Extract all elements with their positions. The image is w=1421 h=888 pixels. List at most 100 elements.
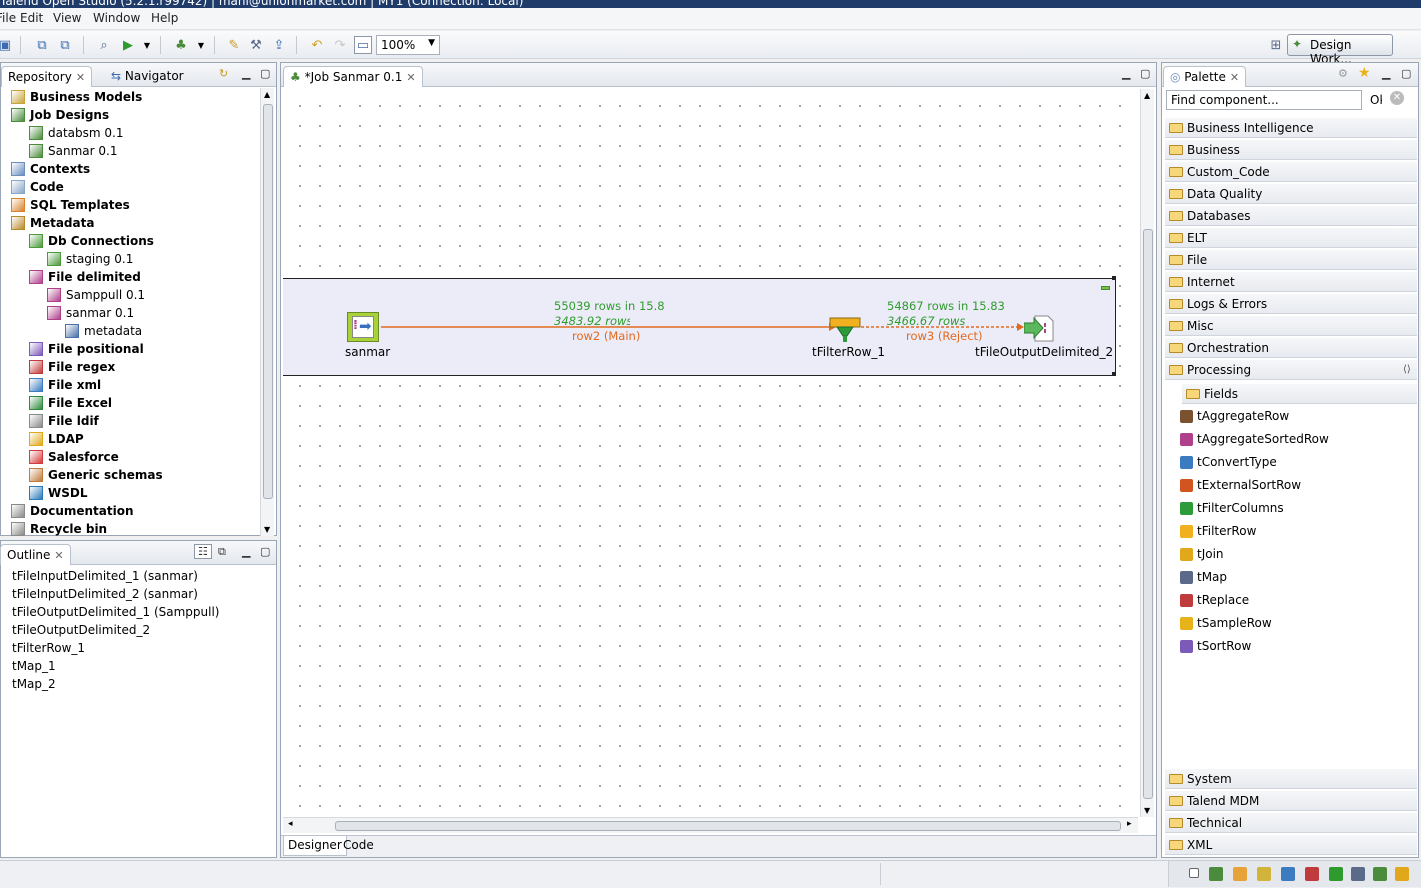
run-icon[interactable]: ▶ bbox=[119, 36, 137, 54]
tab-navigator[interactable]: ⇆ Navigator bbox=[105, 66, 190, 87]
scroll-left-icon[interactable]: ◂ bbox=[288, 819, 293, 829]
palette-component[interactable]: tMap bbox=[1180, 567, 1227, 587]
repository-item[interactable]: Code bbox=[11, 178, 64, 196]
maximize-icon[interactable]: ▢ bbox=[1401, 67, 1411, 80]
palette-category[interactable]: Internet bbox=[1165, 272, 1417, 292]
repository-item[interactable]: Documentation bbox=[11, 502, 134, 520]
menu-edit[interactable]: Edit bbox=[20, 11, 43, 25]
maximize-icon[interactable]: ▢ bbox=[260, 545, 270, 558]
outline-item[interactable]: tMap_1 bbox=[12, 659, 56, 673]
refresh-icon[interactable]: ↻ bbox=[219, 67, 228, 80]
repository-item[interactable]: File positional bbox=[29, 340, 144, 358]
repository-item[interactable]: WSDL bbox=[29, 484, 88, 502]
job-view-icon[interactable] bbox=[1209, 867, 1223, 881]
canvas-vertical-scrollbar[interactable]: ▲ ▼ bbox=[1140, 89, 1154, 817]
repository-item[interactable]: sanmar 0.1 bbox=[47, 304, 134, 322]
minimize-icon[interactable]: ▁ bbox=[242, 545, 250, 558]
repository-item[interactable]: File xml bbox=[29, 376, 101, 394]
repository-item[interactable]: Db Connections bbox=[29, 232, 154, 250]
repository-item[interactable]: Metadata bbox=[11, 214, 94, 232]
close-icon[interactable]: ✕ bbox=[406, 71, 415, 84]
tab-code[interactable]: Code bbox=[339, 836, 378, 856]
menu-view[interactable]: View bbox=[53, 11, 81, 25]
palette-component[interactable]: tAggregateSortedRow bbox=[1180, 429, 1329, 449]
tab-palette[interactable]: ◎ Palette ✕ bbox=[1163, 66, 1247, 87]
collapse-icon[interactable]: ⟨⟩ bbox=[1403, 364, 1411, 375]
repository-item[interactable]: Sanmar 0.1 bbox=[29, 142, 117, 160]
find-icon[interactable]: ⌕ bbox=[95, 36, 113, 54]
edit-icon[interactable]: ✎ bbox=[225, 36, 243, 54]
tfileoutputdelimited-component[interactable] bbox=[1023, 315, 1054, 342]
component-view-icon[interactable] bbox=[1257, 867, 1271, 881]
ok-button[interactable]: Ok bbox=[1370, 93, 1382, 107]
minimize-icon[interactable]: ▁ bbox=[242, 67, 250, 80]
scroll-down-icon[interactable]: ▼ bbox=[264, 525, 270, 534]
close-icon[interactable]: ✕ bbox=[76, 71, 85, 84]
maximize-icon[interactable]: ▢ bbox=[1140, 67, 1150, 80]
palette-category[interactable]: Processing bbox=[1165, 360, 1417, 380]
close-icon[interactable]: ✕ bbox=[54, 549, 63, 562]
palette-component[interactable]: tSampleRow bbox=[1180, 613, 1272, 633]
close-icon[interactable]: ✕ bbox=[1230, 71, 1239, 84]
palette-component[interactable]: tExternalSortRow bbox=[1180, 475, 1301, 495]
tfilterrow-component[interactable] bbox=[829, 317, 861, 342]
run-view-icon[interactable] bbox=[1281, 867, 1295, 881]
outline-item[interactable]: tFileInputDelimited_1 (sanmar) bbox=[12, 569, 198, 583]
palette-component[interactable]: tSortRow bbox=[1180, 636, 1251, 656]
design-canvas[interactable]: ⁞ ➡ sanmar tFilterRow_1 tFileOutputDelim… bbox=[283, 89, 1138, 817]
palette-subcategory-fields[interactable]: Fields bbox=[1182, 384, 1417, 404]
repository-item[interactable]: Contexts bbox=[11, 160, 90, 178]
outline-item[interactable]: tFileOutputDelimited_2 bbox=[12, 623, 150, 637]
create-dropdown-icon[interactable]: ▼ bbox=[192, 36, 210, 54]
palette-component[interactable]: tAggregateRow bbox=[1180, 406, 1289, 426]
palette-category[interactable]: Custom_Code bbox=[1165, 162, 1417, 182]
palette-category[interactable]: System bbox=[1165, 769, 1417, 789]
import-items-icon[interactable]: ⧉ bbox=[33, 36, 51, 54]
scroll-thumb[interactable] bbox=[263, 104, 273, 499]
repository-item[interactable]: databsm 0.1 bbox=[29, 124, 124, 142]
tree-view-icon[interactable]: ☷ bbox=[194, 544, 212, 559]
palette-category[interactable]: Talend MDM bbox=[1165, 791, 1417, 811]
repository-item[interactable]: staging 0.1 bbox=[47, 250, 133, 268]
repository-item[interactable]: File ldif bbox=[29, 412, 99, 430]
redo-icon[interactable]: ↷ bbox=[331, 36, 349, 54]
find-component-input[interactable] bbox=[1166, 90, 1362, 110]
palette-category[interactable]: Technical bbox=[1165, 813, 1417, 833]
palette-category[interactable]: File bbox=[1165, 250, 1417, 270]
menu-file[interactable]: File bbox=[0, 11, 16, 25]
scroll-down-icon[interactable]: ▼ bbox=[1144, 806, 1150, 815]
palette-category[interactable]: Databases bbox=[1165, 206, 1417, 226]
problems-view-icon[interactable] bbox=[1305, 867, 1319, 881]
repository-scrollbar[interactable]: ▲ ▼ bbox=[260, 88, 274, 536]
palette-component[interactable]: tConvertType bbox=[1180, 452, 1277, 472]
repository-item[interactable]: SQL Templates bbox=[11, 196, 130, 214]
scroll-up-icon[interactable]: ▲ bbox=[264, 90, 270, 99]
repository-item[interactable]: metadata bbox=[65, 322, 142, 340]
fit-page-icon[interactable]: ▭ bbox=[354, 36, 372, 54]
tab-outline[interactable]: Outline ✕ bbox=[0, 544, 71, 565]
outline-item[interactable]: tFileOutputDelimited_1 (Samppull) bbox=[12, 605, 219, 619]
scheduler-view-icon[interactable] bbox=[1373, 867, 1387, 881]
run-dropdown-icon[interactable]: ▼ bbox=[138, 36, 156, 54]
favorite-star-icon[interactable]: ★ bbox=[1358, 65, 1371, 81]
fast-view-icon[interactable] bbox=[1189, 868, 1199, 878]
menu-help[interactable]: Help bbox=[151, 11, 178, 25]
settings-icon[interactable]: ⚙ bbox=[1338, 67, 1348, 80]
repository-item[interactable]: Samppull 0.1 bbox=[47, 286, 145, 304]
repository-item[interactable]: LDAP bbox=[29, 430, 84, 448]
clear-search-icon[interactable]: ✕ bbox=[1390, 91, 1404, 105]
main-link-label[interactable]: row2 (Main) bbox=[572, 329, 640, 343]
palette-category[interactable]: Orchestration bbox=[1165, 338, 1417, 358]
palette-component[interactable]: tFilterRow bbox=[1180, 521, 1256, 541]
outline-item[interactable]: tMap_2 bbox=[12, 677, 56, 691]
overview-icon[interactable]: ⧉ bbox=[218, 545, 226, 559]
modules-view-icon[interactable] bbox=[1351, 867, 1365, 881]
undo-icon[interactable]: ↶ bbox=[308, 36, 326, 54]
outline-item[interactable]: tFilterRow_1 bbox=[12, 641, 85, 655]
scroll-thumb[interactable] bbox=[335, 821, 1121, 831]
palette-component[interactable]: tFilterColumns bbox=[1180, 498, 1284, 518]
tfileinputdelimited-component[interactable]: ⁞ ➡ bbox=[347, 312, 379, 342]
palette-category[interactable]: Business bbox=[1165, 140, 1417, 160]
outline-item[interactable]: tFileInputDelimited_2 (sanmar) bbox=[12, 587, 198, 601]
repository-item[interactable]: Salesforce bbox=[29, 448, 119, 466]
